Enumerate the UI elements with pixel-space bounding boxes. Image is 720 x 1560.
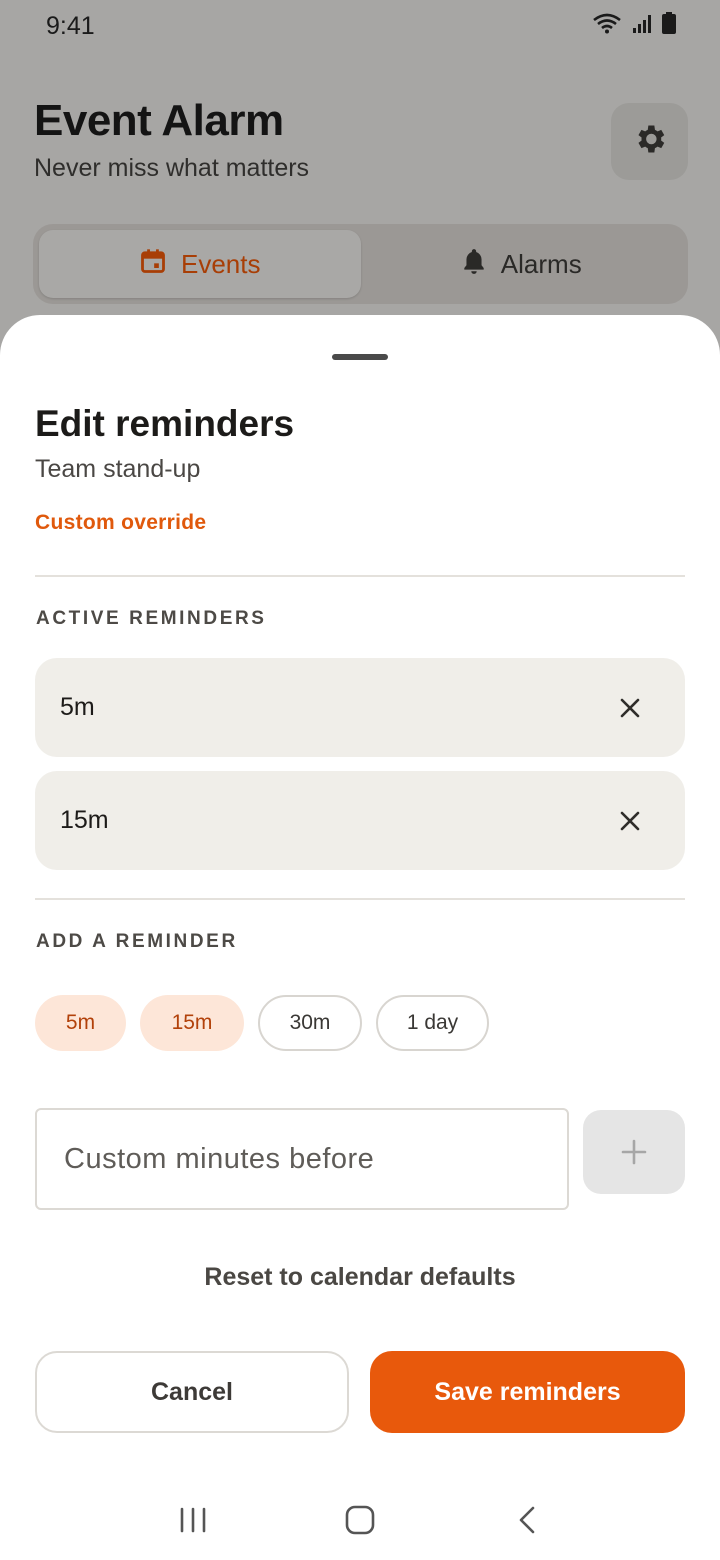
app-subtitle: Never miss what matters (34, 154, 310, 182)
gear-icon (632, 121, 668, 162)
battery-icon (662, 11, 676, 41)
app-title: Event Alarm (34, 96, 284, 145)
preset-chips: 5m 15m 30m 1 day (35, 995, 489, 1051)
remove-reminder-button[interactable] (615, 693, 645, 723)
preset-chip-1-day[interactable]: 1 day (376, 995, 489, 1051)
plus-icon (621, 1139, 647, 1165)
reminder-row: 15m (35, 771, 685, 870)
home-button[interactable] (330, 1495, 390, 1545)
tab-alarms-label: Alarms (500, 248, 582, 279)
signal-icon (632, 12, 652, 41)
close-icon (620, 811, 640, 830)
preset-chip-5m[interactable]: 5m (35, 995, 126, 1051)
tab-events[interactable]: Events (39, 230, 361, 298)
sheet-title: Edit reminders (35, 403, 295, 444)
drag-handle[interactable] (332, 354, 388, 360)
wifi-icon (592, 12, 622, 41)
recent-apps-button[interactable] (163, 1495, 223, 1545)
edit-reminders-sheet: Edit reminders Team stand-up Custom over… (0, 315, 720, 1560)
back-icon (519, 1506, 534, 1534)
status-bar: 9:41 (0, 0, 720, 52)
cancel-button[interactable]: Cancel (35, 1351, 349, 1433)
divider (35, 898, 685, 900)
tab-events-label: Events (181, 248, 261, 279)
tab-bar: Events Alarms (33, 224, 688, 304)
active-reminders-heading: ACTIVE REMINDERS (36, 608, 267, 629)
preset-chip-30m[interactable]: 30m (258, 995, 362, 1051)
status-time: 9:41 (46, 11, 95, 40)
settings-button[interactable] (611, 103, 688, 180)
reminder-row: 5m (35, 658, 685, 757)
bell-icon (461, 247, 487, 282)
event-name: Team stand-up (35, 455, 201, 483)
home-icon (345, 1505, 375, 1535)
custom-override-badge: Custom override (35, 511, 207, 534)
calendar-icon (139, 247, 167, 282)
custom-minutes-input[interactable] (35, 1108, 569, 1210)
back-button[interactable] (497, 1495, 557, 1545)
add-reminder-heading: ADD A REMINDER (36, 931, 238, 952)
remove-reminder-button[interactable] (615, 806, 645, 836)
system-nav-bar (0, 1480, 720, 1560)
tab-alarms[interactable]: Alarms (361, 230, 683, 298)
reminder-label: 15m (60, 806, 109, 834)
add-custom-reminder-button[interactable] (583, 1110, 685, 1194)
preset-chip-15m[interactable]: 15m (140, 995, 244, 1051)
status-icons (592, 11, 676, 41)
reset-defaults-link[interactable]: Reset to calendar defaults (0, 1263, 720, 1292)
app-header: Event Alarm Never miss what matters (34, 96, 309, 183)
save-reminders-button[interactable]: Save reminders (370, 1351, 685, 1433)
recent-apps-icon (181, 1507, 206, 1533)
reminder-label: 5m (60, 693, 95, 721)
divider (35, 575, 685, 577)
close-icon (620, 698, 640, 717)
